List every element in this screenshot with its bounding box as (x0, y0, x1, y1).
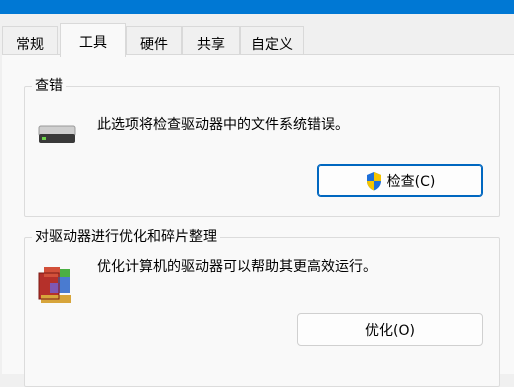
check-button[interactable]: 检查(C) (317, 164, 483, 197)
tab-sharing[interactable]: 共享 (182, 26, 240, 54)
error-check-group: 查错 此选项将检查驱动器中的文件系统错误。 检查(C) (24, 76, 500, 217)
tab-hardware[interactable]: 硬件 (126, 26, 182, 54)
tab-general[interactable]: 常规 (2, 26, 58, 54)
optimize-description: 优化计算机的驱动器可以帮助其更高效运行。 (97, 259, 377, 275)
optimize-group: 对驱动器进行优化和碎片整理 优化计算机的驱动器可以帮助其更高效运行。 优化(O) (24, 227, 500, 387)
hard-drive-icon (38, 125, 76, 143)
optimize-button[interactable]: 优化(O) (297, 313, 483, 346)
tab-customize[interactable]: 自定义 (240, 26, 304, 54)
error-check-title: 查错 (32, 76, 66, 96)
tab-tools[interactable]: 工具 (60, 23, 126, 57)
tab-tools-label: 工具 (79, 35, 107, 51)
check-button-label: 检查(C) (386, 173, 436, 190)
uac-shield-icon (366, 171, 381, 190)
tools-panel: 查错 此选项将检查驱动器中的文件系统错误。 检查(C) 对驱动器进行优化和碎片整… (2, 54, 514, 387)
optimize-button-label: 优化(O) (365, 322, 415, 339)
tab-general-label: 常规 (16, 37, 44, 53)
tab-strip: 常规 工具 硬件 共享 自定义 (0, 14, 514, 57)
optimize-title: 对驱动器进行优化和碎片整理 (32, 227, 220, 247)
tab-sharing-label: 共享 (197, 37, 225, 53)
tab-customize-label: 自定义 (251, 37, 293, 53)
error-check-description: 此选项将检查驱动器中的文件系统错误。 (97, 117, 349, 133)
window-title-bar (0, 0, 514, 14)
tab-hardware-label: 硬件 (140, 37, 168, 53)
defrag-icon (38, 267, 71, 303)
